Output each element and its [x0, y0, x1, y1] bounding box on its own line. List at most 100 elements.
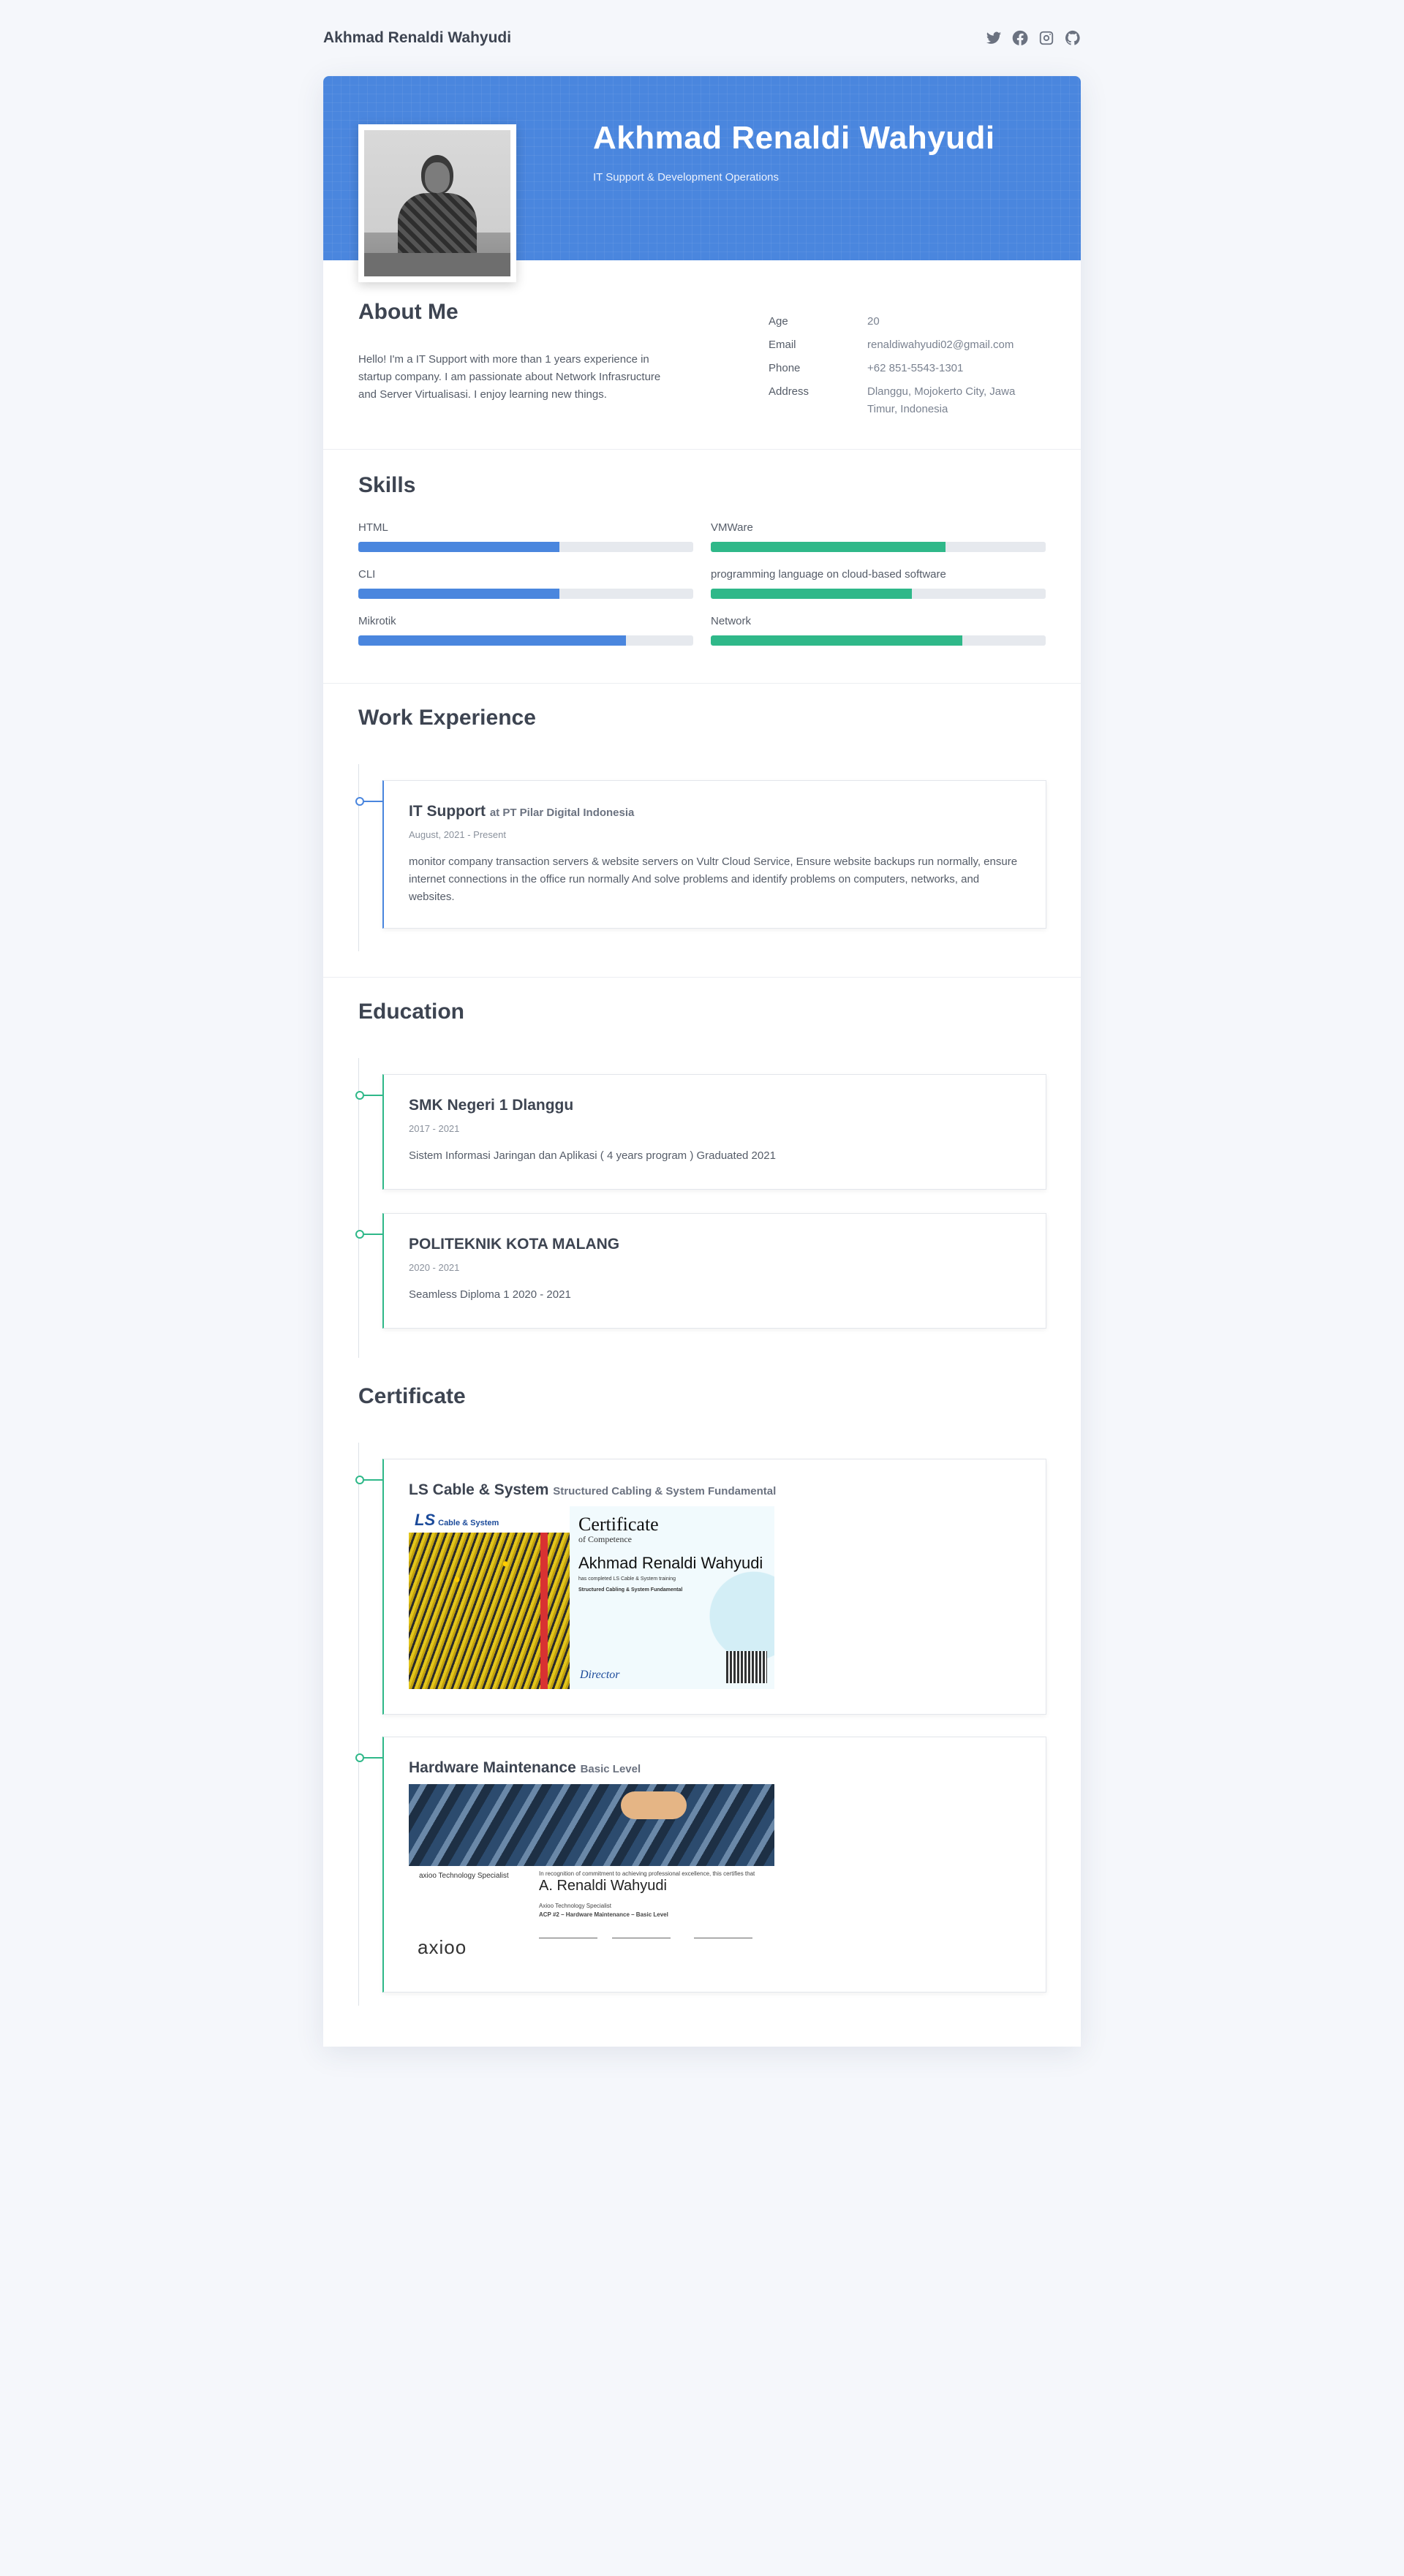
skill-label: HTML	[358, 521, 388, 534]
instagram-icon[interactable]	[1038, 30, 1054, 46]
timeline-dot	[355, 1091, 364, 1100]
ls-logo: LS Cable & System	[415, 1511, 499, 1529]
certificate-title-line: Hardware Maintenance Basic Level	[409, 1759, 1021, 1777]
education-school: POLITEKNIK KOTA MALANG	[409, 1236, 620, 1253]
facebook-icon[interactable]	[1012, 30, 1028, 46]
cert-recipient: A. Renaldi Wahyudi	[539, 1878, 667, 1894]
cert-signature: Director	[580, 1669, 620, 1681]
avatar	[358, 124, 516, 282]
education-date: 2020 - 2021	[409, 1262, 460, 1273]
skill-bar	[358, 589, 693, 599]
profile-name: Akhmad Renaldi Wahyudi	[593, 120, 995, 156]
work-date: August, 2021 - Present	[409, 829, 506, 840]
certificate-item: LS Cable & System Structured Cabling & S…	[355, 1459, 1046, 1715]
education-item: POLITEKNIK KOTA MALANG 2020 - 2021 Seaml…	[355, 1213, 1046, 1329]
skill-item: HTML	[358, 521, 693, 552]
skill-item: Network	[711, 615, 1046, 646]
qr-code	[726, 1651, 767, 1683]
skills-section: Skills HTML VMWare CLI programming langu…	[323, 449, 1081, 683]
skill-label: Network	[711, 615, 752, 627]
cert-recipient: Akhmad Renaldi Wahyudi	[578, 1554, 763, 1572]
timeline-dot	[355, 1476, 364, 1484]
info-value: Dlanggu, Mojokerto City, Jawa Timur, Ind…	[867, 385, 1016, 415]
education-description: Seamless Diploma 1 2020 - 2021	[409, 1288, 571, 1301]
timeline-dot	[355, 1230, 364, 1239]
education-section: Education SMK Negeri 1 Dlanggu 2017 - 20…	[323, 977, 1081, 2045]
skill-bar	[358, 635, 693, 646]
hardware-photo	[409, 1784, 774, 1866]
work-title: Work Experience	[358, 706, 536, 730]
resume-card: Akhmad Renaldi Wahyudi IT Support & Deve…	[323, 76, 1081, 2047]
contact-info: Age 20 Email renaldiwahyudi02@gmail.com …	[769, 313, 1046, 424]
education-description: Sistem Informasi Jaringan dan Aplikasi (…	[409, 1149, 776, 1162]
cert-subheading: of Competence	[578, 1534, 632, 1544]
info-label: Address	[769, 385, 809, 398]
education-item: SMK Negeri 1 Dlanggu 2017 - 2021 Sistem …	[355, 1074, 1046, 1190]
certificate-title-line: LS Cable & System Structured Cabling & S…	[409, 1481, 1021, 1499]
certificate-title: Certificate	[358, 1384, 466, 1408]
info-row-address: Address Dlanggu, Mojokerto City, Jawa Ti…	[769, 383, 1046, 418]
twitter-icon[interactable]	[986, 30, 1002, 46]
cert-line: has completed LS Cable & System training	[578, 1576, 676, 1582]
education-date: 2017 - 2021	[409, 1123, 460, 1134]
work-section: Work Experience IT Support at PT Pilar D…	[323, 683, 1081, 977]
about-title: About Me	[358, 300, 458, 324]
info-label: Phone	[769, 362, 801, 374]
certificate-timeline: LS Cable & System Structured Cabling & S…	[355, 1443, 1046, 2006]
skills-title: Skills	[358, 473, 416, 497]
work-role: IT Support	[409, 803, 486, 820]
certificate-name: Hardware Maintenance	[409, 1759, 576, 1776]
certificate-sub: Structured Cabling & System Fundamental	[553, 1485, 777, 1497]
skill-bar-fill	[711, 589, 912, 599]
info-row-email: Email renaldiwahyudi02@gmail.com	[769, 336, 1046, 354]
cert-line: Structured Cabling & System Fundamental	[578, 1587, 683, 1593]
axioo-logo: axioo	[418, 1936, 467, 1958]
skill-bar-fill	[358, 542, 559, 552]
info-value[interactable]: renaldiwahyudi02@gmail.com	[867, 336, 1046, 354]
skill-bar-fill	[358, 589, 559, 599]
skill-label: VMWare	[711, 521, 753, 534]
skill-bar-fill	[711, 635, 962, 646]
info-row-phone: Phone +62 851-5543-1301	[769, 360, 1046, 377]
profile-header: Akhmad Renaldi Wahyudi IT Support & Deve…	[323, 76, 1081, 282]
skill-label: CLI	[358, 568, 376, 581]
info-label: Age	[769, 315, 788, 328]
certificate-item: Hardware Maintenance Basic Level axioo T…	[355, 1737, 1046, 1993]
skill-bar-fill	[358, 635, 627, 646]
certificate-image[interactable]: axioo Technology Specialist In recogniti…	[409, 1784, 774, 1967]
info-label: Email	[769, 339, 796, 351]
skill-bar-fill	[711, 542, 946, 552]
profile-role: IT Support & Development Operations	[593, 171, 780, 184]
skill-item: programming language on cloud-based soft…	[711, 568, 1046, 599]
about-section: About Me Hello! I'm a IT Support with mo…	[323, 260, 1081, 449]
skill-item: Mikrotik	[358, 615, 693, 646]
work-company: at PT Pilar Digital Indonesia	[489, 807, 635, 819]
github-icon[interactable]	[1065, 30, 1081, 46]
certificate-image[interactable]: LS Cable & System Certificate of Competen…	[409, 1506, 774, 1689]
skill-bar	[358, 542, 693, 552]
skill-bar	[711, 635, 1046, 646]
skills-grid: HTML VMWare CLI programming language on …	[358, 521, 1046, 646]
certificate-sub: Basic Level	[580, 1763, 641, 1775]
skill-label: programming language on cloud-based soft…	[711, 568, 946, 581]
cable-photo	[409, 1533, 570, 1689]
top-navbar: Akhmad Renaldi Wahyudi	[323, 22, 1081, 54]
certificate-name: LS Cable & System	[409, 1481, 549, 1498]
education-school: SMK Negeri 1 Dlanggu	[409, 1097, 574, 1114]
skill-bar	[711, 589, 1046, 599]
timeline-dot	[355, 1753, 364, 1762]
education-timeline: SMK Negeri 1 Dlanggu 2017 - 2021 Sistem …	[355, 1058, 1046, 1358]
work-description: monitor company transaction servers & we…	[409, 855, 1018, 903]
info-value: 20	[867, 315, 880, 328]
education-title: Education	[358, 1000, 465, 1024]
social-links	[986, 30, 1081, 46]
work-timeline: IT Support at PT Pilar Digital Indonesia…	[355, 764, 1046, 951]
skill-item: CLI	[358, 568, 693, 599]
profile-photo	[364, 130, 510, 276]
cert-heading: Certificate	[578, 1514, 659, 1535]
about-text: Hello! I'm a IT Support with more than 1…	[358, 353, 661, 401]
cert-brand: axioo Technology Specialist	[419, 1872, 509, 1880]
cert-line: In recognition of commitment to achievin…	[539, 1870, 755, 1877]
cert-line: Axioo Technology Specialist	[539, 1903, 612, 1909]
brand-link[interactable]: Akhmad Renaldi Wahyudi	[323, 29, 511, 47]
